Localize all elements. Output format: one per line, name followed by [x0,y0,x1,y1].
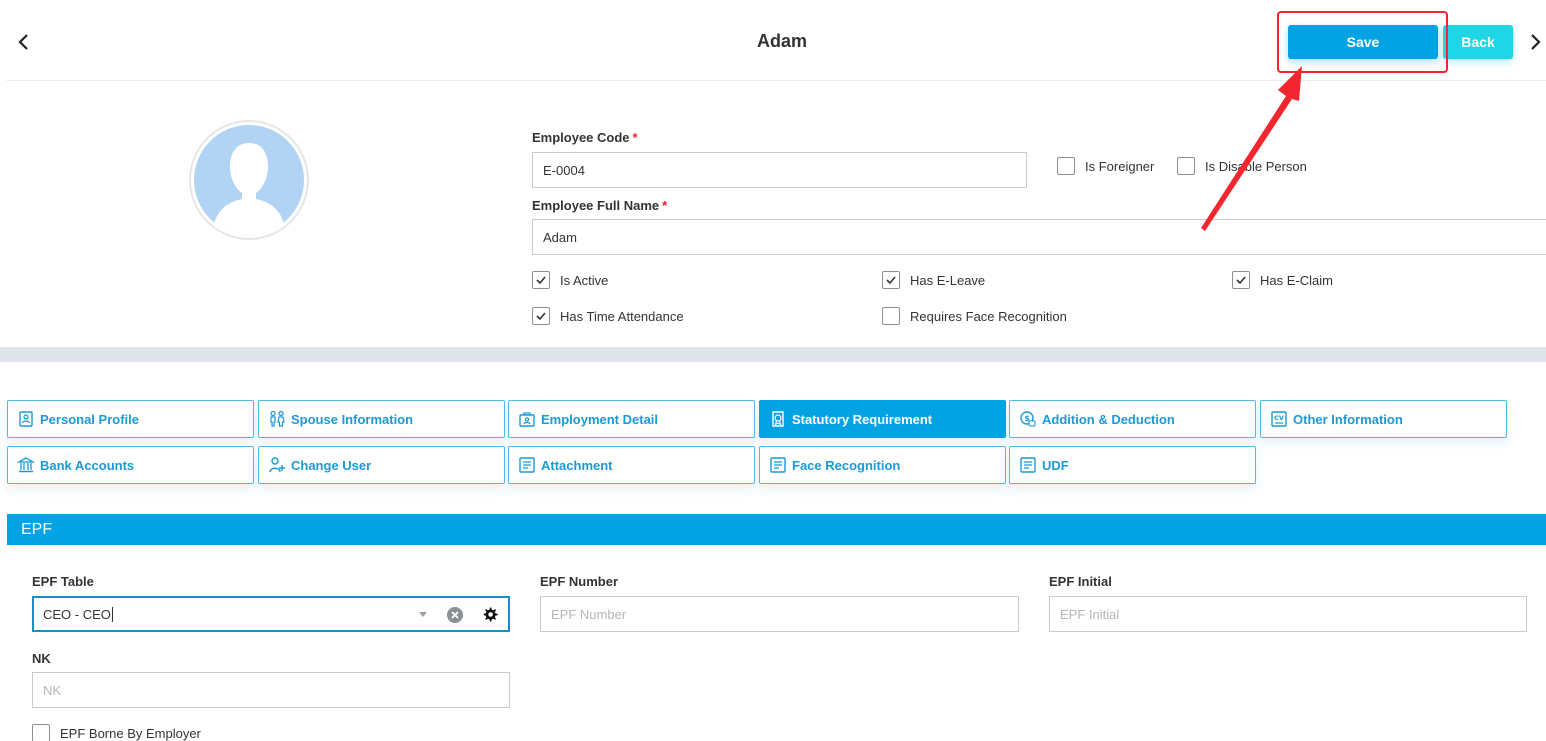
employee-code-label: Employee Code * [532,130,638,145]
tab-other-information[interactable]: CV Other Information [1260,400,1507,438]
checkmark-icon[interactable] [532,271,550,289]
is-foreigner-label: Is Foreigner [1085,158,1155,174]
has-time-attendance-label: Has Time Attendance [560,308,684,324]
is-active-checkbox[interactable]: Is Active [532,271,608,289]
requires-face-recognition-checkbox[interactable]: Requires Face Recognition [882,307,1067,325]
chevron-right-icon[interactable] [1523,28,1546,56]
nk-label: NK [32,651,51,666]
tab-face-recognition[interactable]: Face Recognition [759,446,1006,484]
epf-initial-label: EPF Initial [1049,574,1112,589]
has-e-leave-checkbox[interactable]: Has E-Leave [882,271,985,289]
tab-label: Change User [291,457,372,473]
bank-icon [16,455,36,475]
tab-label: Spouse Information [291,411,414,427]
tab-attachment[interactable]: Attachment [508,446,755,484]
epf-borne-by-employer-label: EPF Borne By Employer [60,725,201,741]
checkmark-icon[interactable] [1232,271,1250,289]
is-disable-person-checkbox[interactable]: Is Disable Person [1177,157,1307,175]
epf-number-label: EPF Number [540,574,619,589]
save-button[interactable]: Save [1288,25,1438,59]
checkmark-icon[interactable] [532,307,550,325]
change-user-icon [267,455,287,475]
epf-borne-by-employer-checkbox[interactable]: EPF Borne By Employer [32,724,201,741]
nk-input[interactable]: NK [32,672,510,708]
checkbox-icon[interactable] [32,724,50,741]
checkmark-icon[interactable] [882,271,900,289]
statutory-icon [768,409,788,429]
tab-label: Personal Profile [40,411,139,427]
employment-detail-icon [517,409,537,429]
tab-label: Face Recognition [792,457,901,473]
has-e-claim-label: Has E-Claim [1260,272,1333,288]
spouse-icon [267,409,287,429]
epf-number-input[interactable]: EPF Number [540,596,1019,632]
epf-table-select[interactable]: CEO - CEO [32,596,510,632]
checkbox-icon[interactable] [1057,157,1075,175]
personal-profile-icon [16,409,36,429]
attachment-icon [517,455,537,475]
tab-employment-detail[interactable]: Employment Detail [508,400,755,438]
tab-bank-accounts[interactable]: Bank Accounts [7,446,254,484]
tab-statutory-requirement[interactable]: Statutory Requirement [759,400,1006,438]
tab-label: Attachment [541,457,613,473]
is-active-label: Is Active [560,272,609,288]
cv-icon: CV [1269,409,1289,429]
employee-editor: Adam Save Back Employee Code * E-0004 Is … [0,0,1546,741]
tab-udf[interactable]: UDF [1009,446,1256,484]
epf-section-header: EPF [7,514,1546,545]
face-recognition-icon [768,455,788,475]
svg-text:CV: CV [1274,414,1284,422]
employee-code-input[interactable]: E-0004 [532,152,1027,188]
tab-label: Employment Detail [541,411,659,427]
udf-icon [1018,455,1038,475]
tab-change-user[interactable]: Change User [258,446,505,484]
epf-initial-input[interactable]: EPF Initial [1049,596,1527,632]
dropdown-caret-icon[interactable] [419,612,427,617]
gear-icon[interactable] [481,606,499,624]
section-divider [0,347,1546,362]
tab-label: Bank Accounts [40,457,135,473]
tab-addition-deduction[interactable]: $ Addition & Deduction [1009,400,1256,438]
is-foreigner-checkbox[interactable]: Is Foreigner [1057,157,1154,175]
tab-personal-profile[interactable]: Personal Profile [7,400,254,438]
tab-label: Addition & Deduction [1042,411,1175,427]
back-button[interactable]: Back [1443,25,1513,59]
checkbox-icon[interactable] [1177,157,1195,175]
has-e-leave-label: Has E-Leave [910,272,986,288]
is-disable-person-label: Is Disable Person [1205,158,1307,174]
addition-deduction-icon: $ [1018,409,1038,429]
avatar[interactable] [189,120,309,240]
text-cursor [111,606,113,622]
clear-icon[interactable] [446,606,464,624]
epf-table-value: CEO - CEO [43,606,111,622]
header-divider [6,80,1546,81]
user-silhouette-icon [194,125,304,235]
checkbox-icon[interactable] [882,307,900,325]
tab-label: UDF [1042,457,1069,473]
employee-full-name-input[interactable]: Adam [532,219,1546,255]
employee-full-name-label: Employee Full Name * [532,198,668,213]
has-e-claim-checkbox[interactable]: Has E-Claim [1232,271,1333,289]
has-time-attendance-checkbox[interactable]: Has Time Attendance [532,307,684,325]
requires-face-recognition-label: Requires Face Recognition [910,308,1067,324]
tab-spouse-information[interactable]: Spouse Information [258,400,505,438]
tab-label: Statutory Requirement [792,411,933,427]
tab-label: Other Information [1293,411,1403,427]
epf-table-label: EPF Table [32,574,94,589]
